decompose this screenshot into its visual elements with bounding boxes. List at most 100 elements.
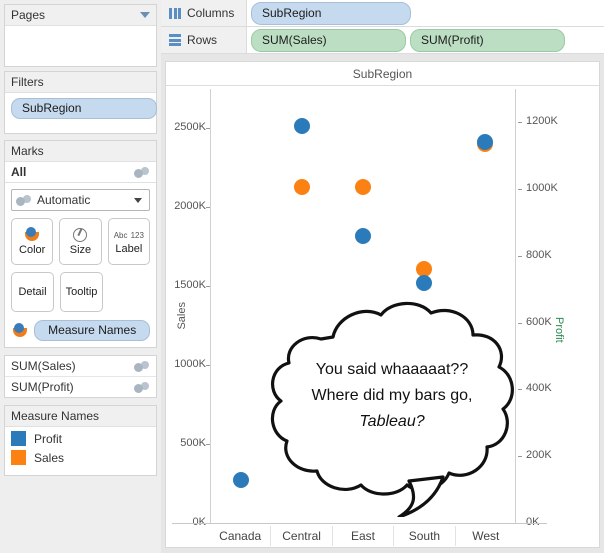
rows-pill-sum-profit[interactable]: SUM(Profit) <box>410 28 565 52</box>
x-axis-label-south[interactable]: South <box>393 526 454 546</box>
pages-title: Pages <box>11 8 46 22</box>
y-axis-right-tick-label: 200K <box>526 449 552 462</box>
y-axis-right-tick-label: 0K <box>526 516 540 528</box>
data-point-central-sales[interactable] <box>293 178 310 195</box>
y-axis-left-tick-label: 1000K <box>174 358 206 371</box>
y-axis-right-tickmark <box>518 255 522 257</box>
y-axis-right-tickmark <box>518 122 522 124</box>
x-axis-label-canada[interactable]: Canada <box>210 526 270 546</box>
y-axis-right-tick-label: 400K <box>526 382 552 395</box>
marks-measure-names-row: Measure Names <box>11 320 150 341</box>
marks-all-row[interactable]: All <box>5 162 156 183</box>
marks-label-button[interactable]: Abc 123 Label <box>107 218 150 265</box>
filters-card-header: Filters <box>5 72 156 93</box>
filters-title: Filters <box>11 75 44 89</box>
chevron-down-icon[interactable] <box>140 12 150 18</box>
abc-123-icon: Abc 123 <box>114 229 144 241</box>
rows-pill-sum-sales[interactable]: SUM(Sales) <box>251 28 406 52</box>
pages-drop-area[interactable] <box>5 26 156 66</box>
y-axis-right-tickmark <box>518 322 522 324</box>
x-axis-label-central[interactable]: Central <box>270 526 331 546</box>
columns-shelf: Columns SubRegion <box>161 0 604 27</box>
data-point-central-profit[interactable] <box>293 117 310 134</box>
legend-swatch-sales <box>11 450 26 465</box>
viz-title: SubRegion <box>166 62 599 86</box>
marks-detail-label: Detail <box>18 286 47 298</box>
y-axis-right-tick-label: 1000K <box>526 182 558 195</box>
marks-size-button[interactable]: Size <box>59 218 102 265</box>
legend-item-sales[interactable]: Sales <box>11 450 150 465</box>
y-axis-right-tickmark <box>518 189 522 191</box>
measure-card-sum-profit-label: SUM(Profit) <box>11 380 74 394</box>
data-point-east-profit[interactable] <box>355 227 371 244</box>
measure-names-legend: Measure Names Profit Sales <box>4 405 157 476</box>
marks-all-label: All <box>11 165 27 179</box>
data-point-canada-profit[interactable] <box>232 471 249 488</box>
marks-tooltip-button[interactable]: Tooltip <box>60 272 103 312</box>
rows-shelf-label-wrap: Rows <box>161 27 247 53</box>
y-axis-left-tick-label: 500K <box>180 437 206 450</box>
y-axis-right-tick-label: 800K <box>526 248 552 261</box>
abc-icon-line1: Abc <box>113 230 128 240</box>
rows-drop-area[interactable]: SUM(Sales) SUM(Profit) <box>247 27 604 53</box>
legend-header: Measure Names <box>5 406 156 427</box>
y-axis-left-tick-label: 1500K <box>174 279 206 292</box>
measure-cards-list: SUM(Sales) SUM(Profit) <box>4 355 157 398</box>
filter-pill-subregion[interactable]: SubRegion <box>11 98 157 119</box>
y-axis-left-tick-label: 2500K <box>174 121 206 134</box>
marks-tooltip-label: Tooltip <box>65 286 98 298</box>
data-point-east-sales[interactable] <box>355 178 371 195</box>
legend-label-profit: Profit <box>34 431 63 446</box>
marks-size-label: Size <box>69 243 92 256</box>
marks-color-button[interactable]: Color <box>11 218 54 265</box>
filters-card: Filters SubRegion <box>4 71 157 134</box>
dual-dot-icon <box>134 381 150 393</box>
legend-body: Profit Sales <box>5 427 156 475</box>
marks-button-row-1: Color Size Abc 123 Label <box>11 218 150 265</box>
columns-shelf-label-wrap: Columns <box>161 0 247 26</box>
marks-detail-button[interactable]: Detail <box>11 272 54 312</box>
y-axis-left-title: Sales <box>176 302 188 330</box>
rows-shelf: Rows SUM(Sales) SUM(Profit) <box>161 27 604 54</box>
abc-icon-line2: 123 <box>130 230 144 240</box>
marks-card: Marks All Automatic Color Size Abc 123 L… <box>4 140 157 348</box>
x-axis-label-west[interactable]: West <box>454 526 516 546</box>
pages-card-header[interactable]: Pages <box>5 5 156 26</box>
marks-body: Automatic Color Size Abc 123 Label Detai… <box>5 183 156 347</box>
mark-type-value: Automatic <box>37 193 91 207</box>
plot-wrapper: Sales Profit 0K 500K 1000K 1500K 2000K 2500K … <box>166 87 599 547</box>
main-area: Columns SubRegion Rows SUM(Sales) SUM(Pr… <box>161 0 604 553</box>
visualization-panel: SubRegion Sales Profit 0K 500K 1000K 1500K 2… <box>165 61 600 548</box>
data-point-south-profit[interactable] <box>416 274 433 291</box>
measure-card-sum-sales[interactable]: SUM(Sales) <box>5 356 156 377</box>
left-panel: Pages Filters SubRegion Marks All Automa… <box>0 0 161 553</box>
filters-drop-area[interactable]: SubRegion <box>5 93 157 124</box>
marks-color-label: Color <box>19 244 46 256</box>
marks-card-header: Marks <box>5 141 156 162</box>
pages-card: Pages <box>4 4 157 67</box>
x-axis-labels: Canada Central East South West <box>210 526 516 546</box>
y-axis-right-tickmark <box>518 456 522 458</box>
y-axis-right-tick-label: 1200K <box>526 115 558 128</box>
measure-card-sum-profit[interactable]: SUM(Profit) <box>5 377 156 397</box>
columns-drop-area[interactable]: SubRegion <box>247 0 604 26</box>
marks-label-label: Label <box>115 242 143 255</box>
marks-title: Marks <box>11 144 44 158</box>
columns-pill-subregion[interactable]: SubRegion <box>251 1 411 25</box>
y-axis-left-tick-label: 0K <box>192 516 206 528</box>
columns-icon <box>169 7 181 19</box>
mark-type-select[interactable]: Automatic <box>11 189 150 211</box>
marks-pill-measure-names[interactable]: Measure Names <box>34 320 150 341</box>
chevron-down-icon[interactable] <box>134 197 142 203</box>
rows-icon <box>169 34 181 46</box>
plot-area[interactable] <box>210 89 516 523</box>
x-axis-label-east[interactable]: East <box>331 526 393 546</box>
measure-card-sum-sales-label: SUM(Sales) <box>11 359 76 373</box>
rows-shelf-label: Rows <box>187 33 218 47</box>
legend-swatch-profit <box>11 431 26 446</box>
marks-dual-dot-icon <box>134 166 150 178</box>
y-axis-right-tickmark <box>518 389 522 391</box>
color-icon <box>11 323 28 338</box>
legend-title: Measure Names <box>11 409 100 423</box>
legend-item-profit[interactable]: Profit <box>11 431 150 446</box>
